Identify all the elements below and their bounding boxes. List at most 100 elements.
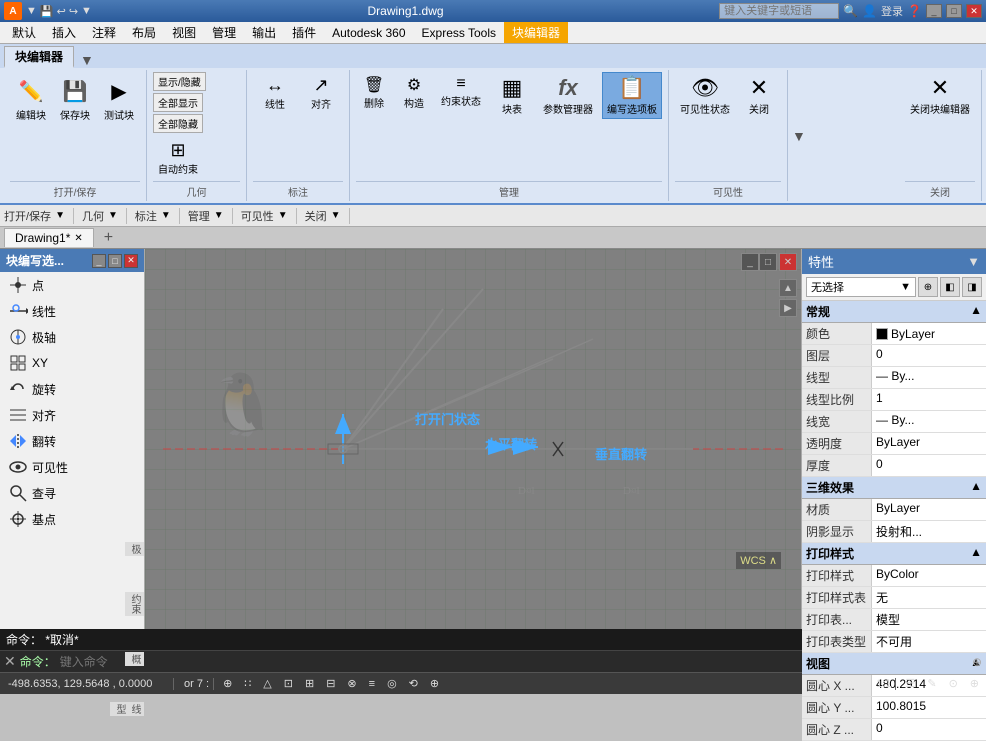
toolbar-expand-management[interactable]: ▼ bbox=[214, 210, 224, 221]
menu-item-manage[interactable]: 管理 bbox=[204, 22, 244, 43]
status-icon-extra4[interactable]: ⊕ bbox=[967, 677, 982, 690]
minimize-btn[interactable]: _ bbox=[926, 4, 942, 18]
btn-write-palette[interactable]: 📋 编写选项板 bbox=[602, 72, 662, 119]
user-label[interactable]: 登录 bbox=[881, 3, 903, 19]
toolbar-expand-visibility[interactable]: ▼ bbox=[278, 210, 288, 221]
btn-block-table[interactable]: ▦ 块表 bbox=[490, 72, 534, 119]
help-icon[interactable]: ❓ bbox=[907, 4, 922, 18]
btn-visibility-state[interactable]: 👁 可见性状态 bbox=[675, 72, 735, 119]
menu-item-annotate[interactable]: 注释 bbox=[84, 22, 124, 43]
group-title-close: 关闭 bbox=[905, 181, 975, 199]
menu-item-block-editor[interactable]: 块编辑器 bbox=[504, 22, 568, 43]
section-print[interactable]: 打印样式 ▲ bbox=[802, 543, 986, 565]
menu-item-plugins[interactable]: 插件 bbox=[284, 22, 324, 43]
menu-item-insert[interactable]: 插入 bbox=[44, 22, 84, 43]
ribbon-tab-extra[interactable]: ▼ bbox=[80, 52, 94, 68]
status-icon-otrack[interactable]: ⊗ bbox=[344, 677, 359, 690]
canvas-area[interactable]: _ □ ✕ ▲ ▶ WCS ∧ bbox=[145, 249, 801, 629]
new-tab-btn[interactable]: + bbox=[98, 227, 119, 249]
status-icon-extra3[interactable]: ⊙ bbox=[946, 677, 961, 690]
tab-block-editor[interactable]: 块编辑器 bbox=[4, 46, 74, 68]
panel-item-rotate[interactable]: 旋转 bbox=[0, 376, 144, 402]
panel-item-flip[interactable]: 翻转 bbox=[0, 428, 144, 454]
btn-close-vis[interactable]: ✕ 关闭 bbox=[737, 72, 781, 119]
status-icon-ortho[interactable]: △ bbox=[260, 677, 274, 690]
btn-save-block[interactable]: 💾 保存块 bbox=[54, 72, 96, 125]
toolbar-expand-close[interactable]: ▼ bbox=[331, 210, 341, 221]
btn-param-manager[interactable]: fx 参数管理器 bbox=[538, 72, 598, 119]
btn-hide-all[interactable]: 全部隐藏 bbox=[153, 114, 203, 133]
toolbar-expand-open-save[interactable]: ▼ bbox=[55, 210, 65, 221]
btn-edit-block[interactable]: ✏️ 编辑块 bbox=[10, 72, 52, 125]
user-icon[interactable]: 👤 bbox=[862, 4, 877, 18]
btn-display-hide[interactable]: 显示/隐藏 bbox=[153, 72, 206, 91]
btn-delete[interactable]: 🗑 删除 bbox=[356, 72, 392, 113]
ns-btn-2[interactable]: ◧ bbox=[940, 277, 960, 297]
btn-auto-constraint[interactable]: ⊞ 自动约束 bbox=[153, 137, 203, 179]
menu-item-express-tools[interactable]: Express Tools bbox=[414, 24, 504, 42]
maximize-btn[interactable]: □ bbox=[946, 4, 962, 18]
status-icon-extra2[interactable]: ✎ bbox=[924, 677, 939, 690]
toolbar-label-geometry: 几何 bbox=[82, 208, 104, 224]
btn-close-block-editor[interactable]: ✕ 关闭块编辑器 bbox=[905, 72, 975, 119]
menu-item-default[interactable]: 默认 bbox=[4, 22, 44, 43]
menu-item-layout[interactable]: 布局 bbox=[124, 22, 164, 43]
status-icon-polar[interactable]: ⊡ bbox=[281, 677, 296, 690]
or7-display: or 7 : bbox=[180, 678, 214, 690]
status-icon-ducs[interactable]: ≡ bbox=[366, 678, 378, 690]
menu-item-output[interactable]: 输出 bbox=[244, 22, 284, 43]
search-icon[interactable]: 🔍 bbox=[843, 4, 858, 18]
status-icon-lweight[interactable]: ⟲ bbox=[406, 677, 421, 690]
toolbar-section-annotation: 标注 ▼ bbox=[135, 208, 180, 224]
panel-item-align-left[interactable]: 对齐 bbox=[0, 402, 144, 428]
btn-construct[interactable]: ⚙ 构造 bbox=[396, 72, 432, 113]
svg-text:D¤l: D¤l bbox=[518, 485, 535, 497]
toolbar-expand-geometry[interactable]: ▼ bbox=[108, 210, 118, 221]
panel-win-controls: _ □ ✕ bbox=[92, 254, 138, 268]
panel-item-visibility[interactable]: 可见性 bbox=[0, 454, 144, 480]
status-icon-dyn[interactable]: ◎ bbox=[384, 677, 400, 690]
btn-constraint-state[interactable]: ≡ 约束状态 bbox=[436, 72, 486, 111]
panel-item-search[interactable]: 查寻 bbox=[0, 480, 144, 506]
panel-item-point[interactable]: 点 bbox=[0, 272, 144, 298]
panel-item-basepoint[interactable]: 基点 bbox=[0, 506, 144, 532]
prop-linetype-scale: 线型比例 1 bbox=[802, 389, 986, 411]
status-icon-extra1[interactable]: ☰ bbox=[902, 677, 918, 690]
search-input[interactable] bbox=[719, 3, 839, 19]
doc-tab-close-btn[interactable]: ✕ bbox=[74, 233, 82, 244]
status-icon-osnap[interactable]: ⊞ bbox=[302, 677, 317, 690]
menu-item-view[interactable]: 视图 bbox=[164, 22, 204, 43]
status-icon-snap[interactable]: ⊕ bbox=[220, 677, 235, 690]
ns-btn-3[interactable]: ◨ bbox=[962, 277, 982, 297]
doc-tab-drawing1[interactable]: Drawing1* ✕ bbox=[4, 228, 94, 247]
toolbar-section-geometry: 几何 ▼ bbox=[82, 208, 127, 224]
ns-btn-1[interactable]: ⊕ bbox=[918, 277, 938, 297]
btn-test-block[interactable]: ▶ 测试块 bbox=[98, 72, 140, 125]
panel-minimize-btn[interactable]: _ bbox=[92, 254, 106, 268]
btn-linear[interactable]: ↔ 线性 bbox=[253, 72, 297, 114]
menu-item-autodesk360[interactable]: Autodesk 360 bbox=[324, 24, 413, 42]
close-command-btn[interactable]: ✕ bbox=[4, 653, 16, 670]
close-btn[interactable]: ✕ bbox=[966, 4, 982, 18]
ribbon-more-btn[interactable]: ▼ bbox=[792, 128, 806, 144]
right-panel-expand-btn[interactable]: ▼ bbox=[967, 254, 980, 269]
zoom-level[interactable]: 1:1 bbox=[872, 678, 896, 690]
panel-close-btn[interactable]: ✕ bbox=[124, 254, 138, 268]
status-icon-grid[interactable]: ∷ bbox=[241, 677, 254, 690]
toolbar-label-annotation: 标注 bbox=[135, 208, 157, 224]
panel-item-polar[interactable]: 极轴 bbox=[0, 324, 144, 350]
status-icon-3dosnap[interactable]: ⊟ bbox=[323, 677, 338, 690]
command-input-field[interactable] bbox=[60, 655, 972, 669]
btn-align[interactable]: ↗ 对齐 bbox=[299, 72, 343, 114]
section-3d[interactable]: 三维效果 ▲ bbox=[802, 477, 986, 499]
panel-item-linear[interactable]: 线性 bbox=[0, 298, 144, 324]
status-icon-tmodel[interactable]: ⊕ bbox=[427, 677, 442, 690]
quick-access-toolbar[interactable]: ▼ 💾 ↩ ↪ ▼ bbox=[26, 5, 92, 18]
toolbar-label-management: 管理 bbox=[188, 208, 210, 224]
panel-item-xy[interactable]: XY bbox=[0, 350, 144, 376]
no-selection-dropdown[interactable]: 无选择 ▼ bbox=[806, 277, 916, 297]
btn-show-all[interactable]: 全部显示 bbox=[153, 93, 203, 112]
section-general[interactable]: 常规 ▲ bbox=[802, 301, 986, 323]
toolbar-expand-annotation[interactable]: ▼ bbox=[161, 210, 171, 221]
panel-maximize-btn[interactable]: □ bbox=[108, 254, 122, 268]
